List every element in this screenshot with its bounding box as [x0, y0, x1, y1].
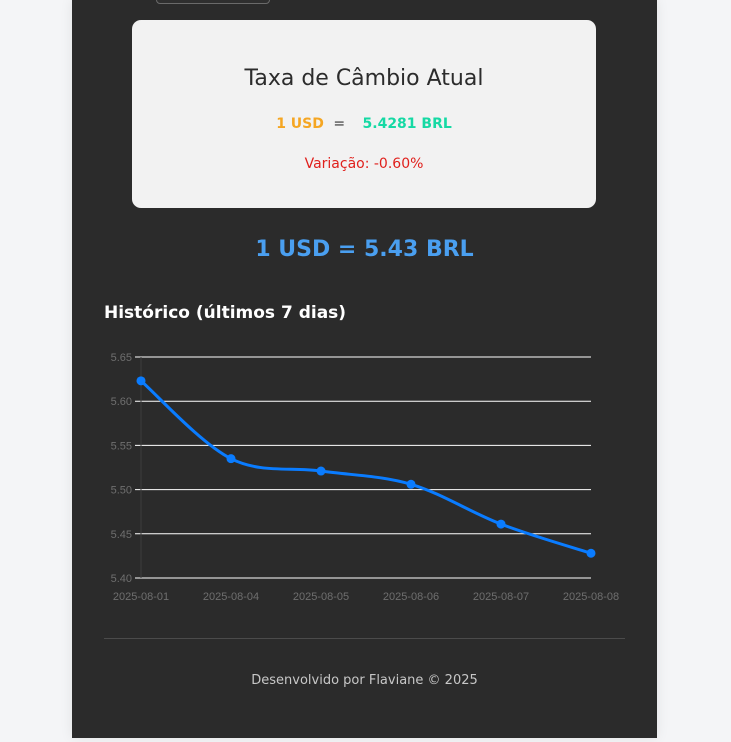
data-point [406, 479, 416, 489]
y-tick-label: 5.65 [111, 352, 132, 364]
variation-text: Variação: -0.60% [304, 156, 424, 172]
x-tick-label: 2025-08-06 [383, 591, 439, 603]
x-tick-label: 2025-08-01 [113, 591, 169, 603]
equals-sign: = [333, 116, 346, 132]
main-panel: Taxa de Câmbio Atual 1 USD = 5.4281 BRL … [72, 0, 657, 738]
data-point [316, 466, 326, 476]
series-line [139, 379, 593, 555]
brl-amount: 5.4281 BRL [362, 116, 452, 132]
footer-divider [104, 638, 625, 639]
history-chart: 5.65 5.60 5.55 5.50 5.45 5.40 2025-08-01 2025-0… [111, 352, 620, 603]
x-tick-label: 2025-08-05 [293, 591, 349, 603]
data-point [226, 454, 236, 464]
x-tick-label: 2025-08-08 [563, 591, 619, 603]
card-title: Taxa de Câmbio Atual [244, 66, 484, 91]
data-point [136, 376, 146, 386]
y-tick-label: 5.40 [111, 573, 132, 585]
y-tick-label: 5.50 [111, 485, 132, 497]
footer-text: Desenvolvido por Flaviane © 2025 [251, 673, 478, 688]
top-control[interactable] [156, 0, 270, 4]
exchange-rate-card: Taxa de Câmbio Atual 1 USD = 5.4281 BRL … [132, 20, 596, 208]
y-tick-label: 5.60 [111, 396, 132, 408]
rate-line: 1 USD = 5.4281 BRL [132, 116, 596, 132]
usd-amount: 1 USD [276, 116, 324, 132]
y-tick-label: 5.55 [111, 440, 132, 452]
y-tick-label: 5.45 [111, 529, 132, 541]
data-point [586, 548, 596, 558]
history-title: Histórico (últimos 7 dias) [104, 303, 347, 323]
x-tick-label: 2025-08-07 [473, 591, 529, 603]
conversion-summary: 1 USD = 5.43 BRL [255, 237, 474, 262]
x-tick-label: 2025-08-04 [203, 591, 259, 603]
data-point [496, 519, 506, 529]
